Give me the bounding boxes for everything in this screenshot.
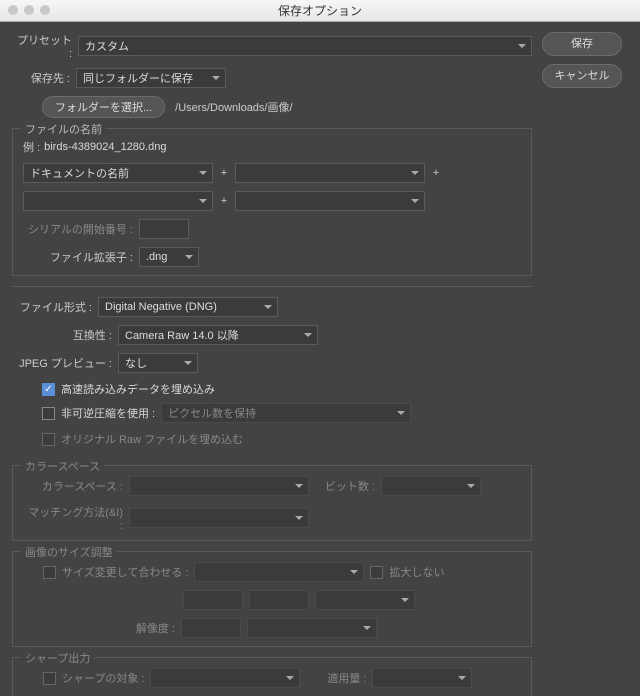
sharpen-target-select[interactable] — [150, 668, 300, 688]
bit-depth-label: ビット数 : — [315, 478, 375, 494]
resolution-input[interactable] — [181, 618, 241, 638]
plus-icon: + — [219, 195, 229, 207]
example-label: 例 : — [23, 139, 40, 155]
color-space-select[interactable] — [129, 476, 309, 496]
resize-h-input[interactable] — [249, 590, 309, 610]
cancel-button[interactable]: キャンセル — [542, 64, 622, 88]
sharpen-group-title: シャープ出力 — [21, 650, 94, 666]
compat-select[interactable]: Camera Raw 14.0 以降 — [118, 325, 318, 345]
sharpen-amount-select[interactable] — [372, 668, 472, 688]
resolution-label: 解像度 : — [23, 620, 175, 636]
embed-raw-checkbox: オリジナル Raw ファイルを埋め込む — [42, 431, 532, 447]
window-title: 保存オプション — [278, 2, 362, 19]
filename-part4-select[interactable] — [235, 191, 425, 211]
bit-depth-select[interactable] — [381, 476, 481, 496]
resolution-unit-select[interactable] — [247, 618, 377, 638]
jpeg-preview-select[interactable]: なし — [118, 353, 198, 373]
check-icon — [42, 433, 55, 446]
check-icon — [43, 566, 56, 579]
check-icon — [43, 672, 56, 685]
destination-select[interactable]: 同じフォルダーに保存 — [76, 68, 226, 88]
plus-icon: + — [219, 167, 229, 179]
serial-input[interactable] — [139, 219, 189, 239]
intent-select[interactable] — [129, 508, 309, 528]
choose-folder-button[interactable]: フォルダーを選択... — [42, 96, 165, 118]
resize-fit-select[interactable] — [194, 562, 364, 582]
window-controls — [8, 5, 50, 15]
sharpen-amount-label: 適用量 : — [306, 670, 366, 686]
sharpen-checkbox[interactable]: シャープの対象 : — [43, 670, 144, 686]
check-icon — [370, 566, 383, 579]
filename-part2-select[interactable] — [235, 163, 425, 183]
save-button[interactable]: 保存 — [542, 32, 622, 56]
filename-part3-select[interactable] — [23, 191, 213, 211]
compat-label: 互換性 : — [12, 327, 112, 343]
minimize-icon[interactable] — [24, 5, 34, 15]
color-group: カラースペース カラースペース : ビット数 : マッチング方法(&I) : — [12, 465, 532, 541]
filename-part1-select[interactable]: ドキュメントの名前 — [23, 163, 213, 183]
sharpen-group: シャープ出力 シャープの対象 : 適用量 : — [12, 657, 532, 696]
color-space-label: カラースペース : — [23, 478, 123, 494]
no-scale-checkbox[interactable]: 拡大しない — [370, 564, 444, 580]
resize-fit-checkbox[interactable]: サイズ変更して合わせる : — [43, 564, 188, 580]
preset-label: プリセット : — [12, 32, 72, 60]
intent-label: マッチング方法(&I) : — [23, 504, 123, 532]
resize-w-input[interactable] — [183, 590, 243, 610]
example-filename: birds-4389024_1280.dng — [44, 141, 166, 153]
resize-unit-select[interactable] — [315, 590, 415, 610]
format-group: ファイル形式 : Digital Negative (DNG) 互換性 : Ca… — [12, 286, 532, 455]
resize-group-title: 画像のサイズ調整 — [21, 544, 117, 560]
format-label: ファイル形式 : — [12, 299, 92, 315]
close-icon[interactable] — [8, 5, 18, 15]
preset-select[interactable]: カスタム — [78, 36, 532, 56]
jpeg-preview-label: JPEG プレビュー : — [12, 355, 112, 371]
lossless-select[interactable]: ピクセル数を保持 — [161, 403, 411, 423]
check-icon: ✓ — [42, 383, 55, 396]
color-group-title: カラースペース — [21, 458, 104, 474]
resize-group: 画像のサイズ調整 サイズ変更して合わせる : 拡大しない 解像度 : — [12, 551, 532, 647]
format-select[interactable]: Digital Negative (DNG) — [98, 297, 278, 317]
extension-label: ファイル拡張子 : — [23, 249, 133, 265]
serial-label: シリアルの開始番号 : — [23, 221, 133, 237]
filename-group: ファイルの名前 例 : birds-4389024_1280.dng ドキュメン… — [12, 128, 532, 276]
destination-label: 保存先 : — [22, 70, 70, 86]
plus-icon: + — [431, 167, 441, 179]
window-titlebar: 保存オプション — [0, 0, 640, 22]
embed-fast-checkbox[interactable]: ✓ 高速読み込みデータを埋め込み — [42, 381, 532, 397]
extension-select[interactable]: .dng — [139, 247, 199, 267]
check-icon — [42, 407, 55, 420]
destination-path: /Users/Downloads/画像/ — [175, 99, 292, 115]
lossless-checkbox[interactable]: 非可逆圧縮を使用 : — [42, 405, 155, 421]
filename-group-title: ファイルの名前 — [21, 121, 106, 137]
zoom-icon[interactable] — [40, 5, 50, 15]
